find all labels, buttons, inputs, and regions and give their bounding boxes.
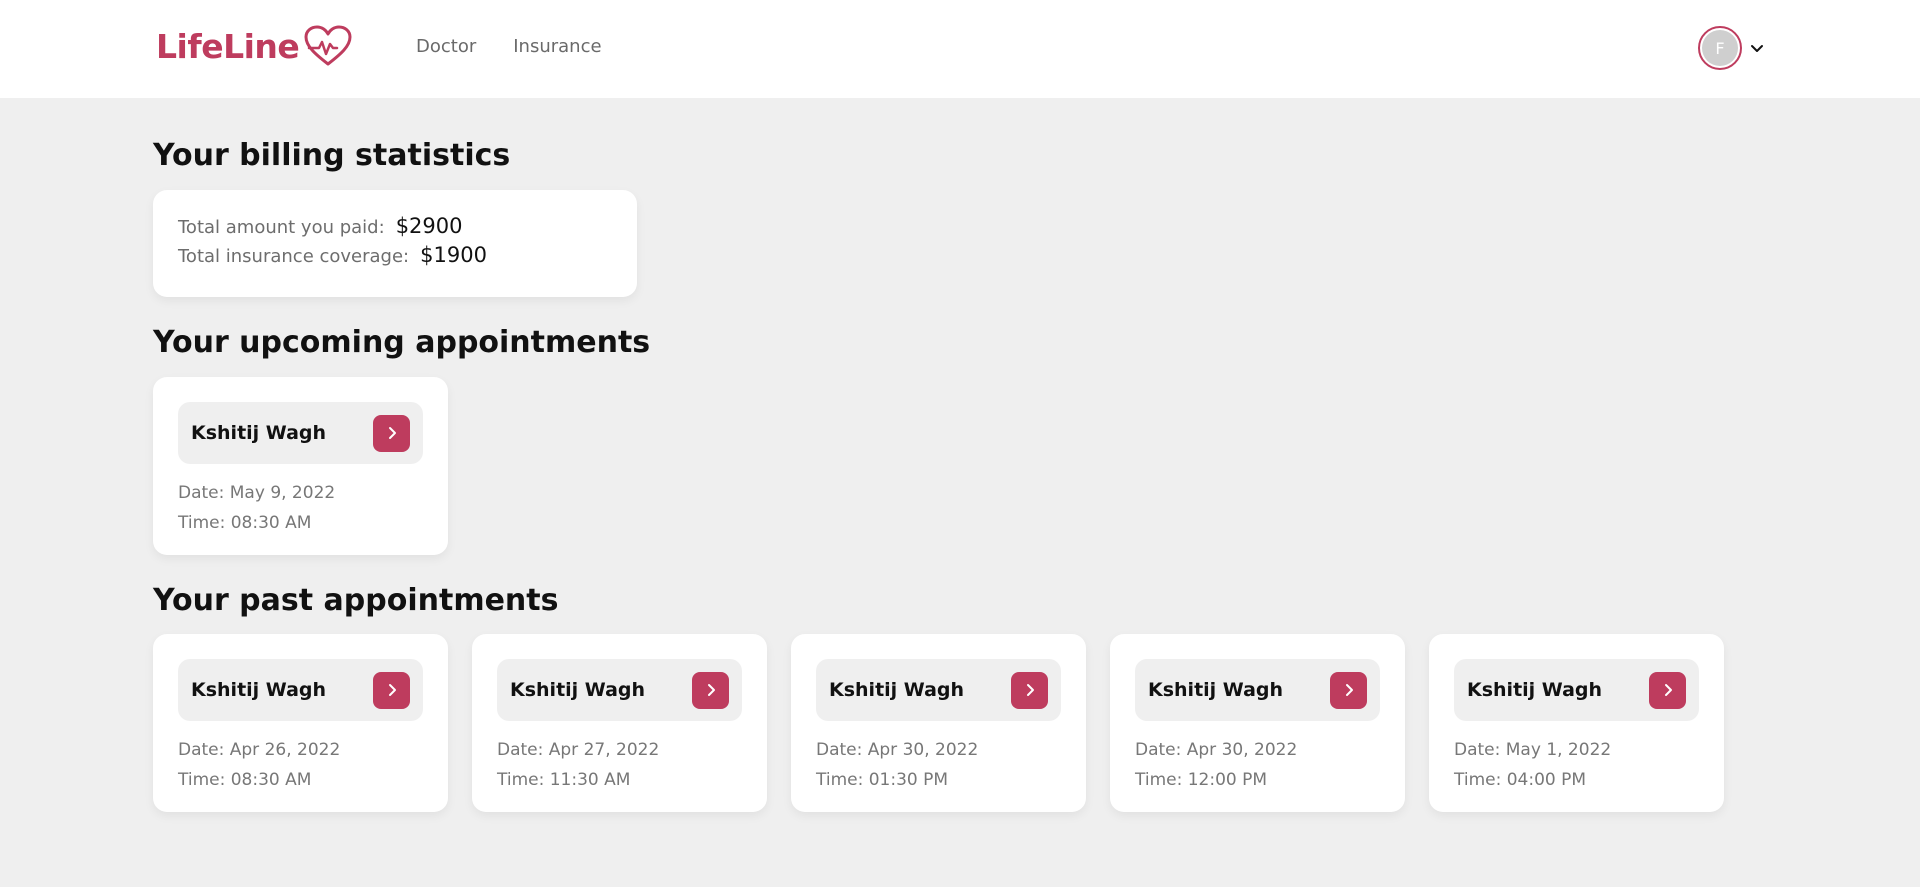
appointment-details: Date: May 9, 2022 Time: 08:30 AM — [178, 478, 423, 538]
appointment-header: Kshitij Wagh — [816, 659, 1061, 721]
doctor-name: Kshitij Wagh — [829, 679, 965, 701]
appointment-time: Time: 08:30 AM — [178, 770, 312, 790]
coverage-label: Total insurance coverage: — [178, 246, 410, 267]
logo-text: LifeLine — [156, 26, 300, 66]
nav-link-doctor[interactable]: Doctor — [416, 36, 476, 57]
appointment-time: Time: 08:30 AM — [178, 513, 312, 533]
appointment-header: Kshitij Wagh — [1454, 659, 1699, 721]
appointment-details: Date: Apr 26, 2022 Time: 08:30 AM — [178, 735, 423, 795]
paid-label: Total amount you paid: — [178, 217, 385, 238]
open-appointment-button[interactable] — [1330, 671, 1367, 709]
appointment-date: Date: Apr 30, 2022 — [1135, 740, 1298, 760]
past-appointment-card: Kshitij Wagh Date: Apr 30, 2022 Time: 01… — [791, 634, 1086, 812]
chevron-right-icon — [707, 684, 715, 696]
upcoming-appointment-card: Kshitij Wagh Date: May 9, 2022 Time: 08:… — [153, 377, 448, 555]
appointment-time: Time: 01:30 PM — [816, 770, 949, 790]
appointment-date: Date: May 9, 2022 — [178, 483, 336, 503]
past-appointment-card: Kshitij Wagh Date: May 1, 2022 Time: 04:… — [1429, 634, 1724, 812]
chevron-right-icon — [1664, 684, 1672, 696]
main-nav: Doctor Insurance — [416, 36, 602, 57]
heart-pulse-icon — [304, 25, 352, 66]
open-appointment-button[interactable] — [373, 414, 410, 452]
appointment-details: Date: Apr 27, 2022 Time: 11:30 AM — [497, 735, 742, 795]
past-appointment-card: Kshitij Wagh Date: Apr 26, 2022 Time: 08… — [153, 634, 448, 812]
doctor-name: Kshitij Wagh — [1467, 679, 1603, 701]
open-appointment-button[interactable] — [692, 671, 729, 709]
logo[interactable]: LifeLine — [156, 24, 353, 68]
doctor-name: Kshitij Wagh — [1148, 679, 1284, 701]
open-appointment-button[interactable] — [1011, 671, 1048, 709]
avatar-initial: F — [1702, 30, 1738, 66]
billing-coverage-row: Total insurance coverage: $1900 — [178, 243, 612, 272]
chevron-right-icon — [1345, 684, 1353, 696]
appointment-time: Time: 12:00 PM — [1135, 770, 1268, 790]
appointment-time: Time: 04:00 PM — [1454, 770, 1587, 790]
appointment-header: Kshitij Wagh — [1135, 659, 1380, 721]
appointment-date: Date: May 1, 2022 — [1454, 740, 1612, 760]
appointment-date: Date: Apr 30, 2022 — [816, 740, 979, 760]
doctor-name: Kshitij Wagh — [191, 422, 327, 444]
coverage-value: $1900 — [420, 243, 487, 267]
appointment-header: Kshitij Wagh — [178, 402, 423, 464]
past-heading: Your past appointments — [153, 583, 559, 618]
billing-heading: Your billing statistics — [153, 138, 511, 173]
chevron-right-icon — [1026, 684, 1034, 696]
open-appointment-button[interactable] — [373, 671, 410, 709]
chevron-right-icon — [388, 684, 396, 696]
upcoming-heading: Your upcoming appointments — [153, 325, 651, 360]
doctor-name: Kshitij Wagh — [510, 679, 646, 701]
past-appointment-card: Kshitij Wagh Date: Apr 27, 2022 Time: 11… — [472, 634, 767, 812]
appointment-date: Date: Apr 26, 2022 — [178, 740, 341, 760]
appointment-time: Time: 11:30 AM — [497, 770, 631, 790]
chevron-right-icon — [388, 427, 396, 439]
billing-paid-row: Total amount you paid: $2900 — [178, 214, 612, 243]
paid-value: $2900 — [395, 214, 463, 238]
user-menu[interactable]: F — [1698, 26, 1764, 70]
appointment-details: Date: Apr 30, 2022 Time: 01:30 PM — [816, 735, 1061, 795]
chevron-down-icon[interactable] — [1750, 41, 1764, 55]
nav-link-insurance[interactable]: Insurance — [513, 36, 601, 57]
avatar[interactable]: F — [1698, 26, 1742, 70]
appointment-header: Kshitij Wagh — [497, 659, 742, 721]
past-appointment-card: Kshitij Wagh Date: Apr 30, 2022 Time: 12… — [1110, 634, 1405, 812]
billing-card: Total amount you paid: $2900 Total insur… — [153, 190, 637, 297]
open-appointment-button[interactable] — [1649, 671, 1686, 709]
doctor-name: Kshitij Wagh — [191, 679, 327, 701]
appointment-details: Date: Apr 30, 2022 Time: 12:00 PM — [1135, 735, 1380, 795]
top-navbar: LifeLine Doctor Insurance F — [0, 0, 1920, 98]
appointment-details: Date: May 1, 2022 Time: 04:00 PM — [1454, 735, 1699, 795]
appointment-date: Date: Apr 27, 2022 — [497, 740, 660, 760]
appointment-header: Kshitij Wagh — [178, 659, 423, 721]
